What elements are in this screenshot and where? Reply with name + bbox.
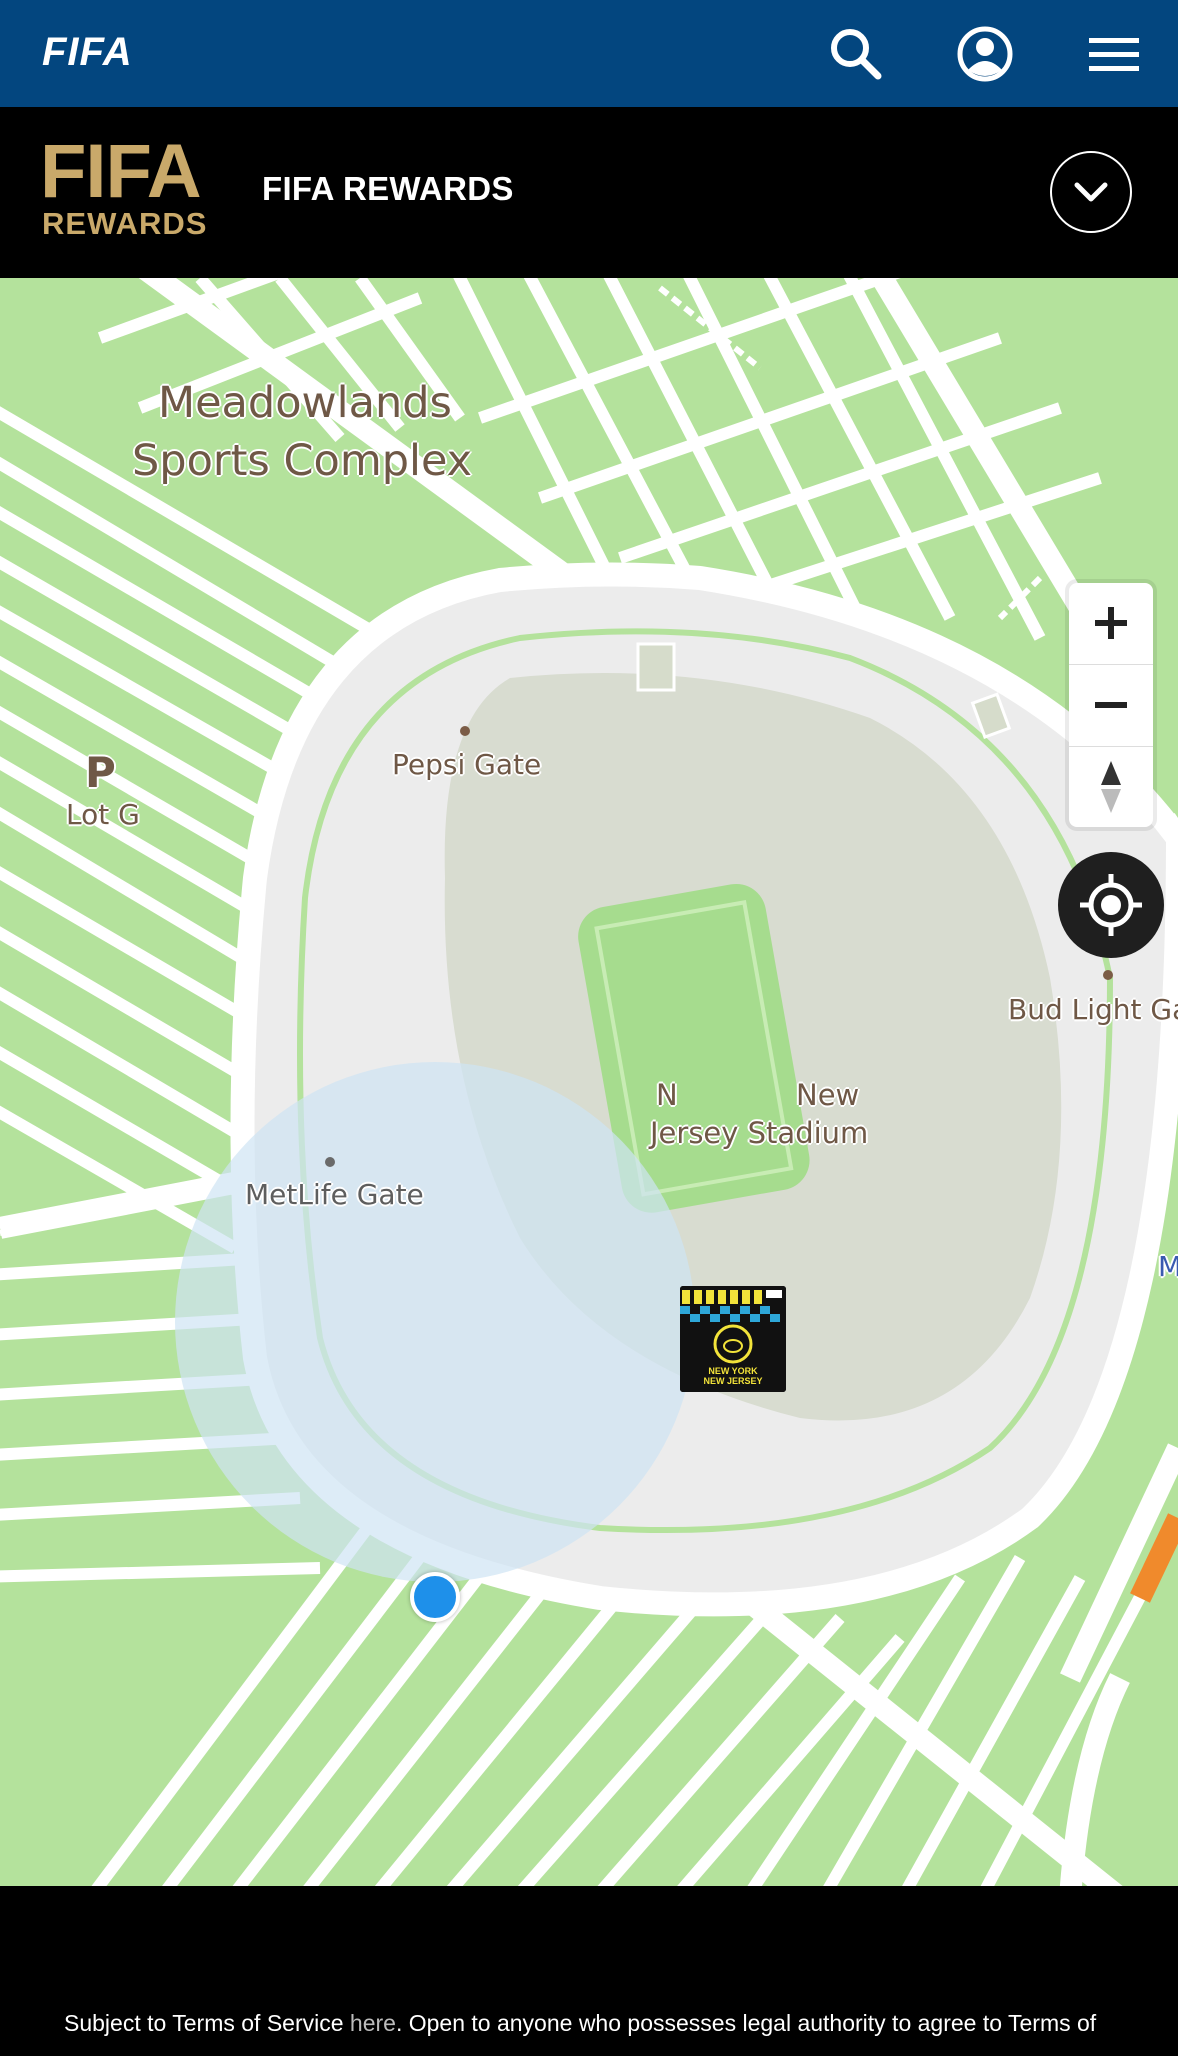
zoom-controls — [1069, 583, 1153, 827]
menu-icon[interactable] — [1084, 24, 1144, 84]
pepsi-gate-label: Pepsi Gate — [392, 748, 542, 781]
map-base-layer — [0, 278, 1178, 1886]
terms-text-before: Subject to Terms of Service — [64, 2010, 350, 2036]
lot-g-label: Lot G — [66, 798, 140, 831]
search-icon[interactable] — [826, 24, 886, 84]
page-title: FIFA REWARDS — [262, 170, 514, 207]
edge-label: M — [1158, 1250, 1178, 1283]
metlife-gate-label: MetLife Gate — [245, 1178, 424, 1211]
map-view[interactable]: Meadowlands Sports Complex P Lot G Pepsi… — [0, 278, 1178, 1886]
fifa-rewards-logo: FIFA REWARDS — [40, 134, 225, 245]
chevron-down-icon — [1074, 182, 1108, 202]
pepsi-gate-marker — [460, 726, 470, 736]
meadowlands-label-line1: Meadowlands — [158, 378, 452, 428]
stadium-label-right: New — [796, 1078, 860, 1112]
top-navigation-bar: FIFA — [0, 0, 1178, 107]
terms-text-after: . Open to anyone who possesses legal aut… — [395, 2010, 1097, 2036]
locate-icon — [1080, 874, 1142, 936]
parking-icon: P — [85, 748, 116, 797]
rewards-logo-line2: REWARDS — [42, 206, 208, 241]
footer: Subject to Terms of Service here. Open t… — [0, 1886, 1178, 2056]
fifa-logo[interactable]: FIFA — [42, 30, 133, 75]
zoom-in-button[interactable] — [1069, 583, 1153, 663]
bud-light-gate-marker — [1103, 970, 1113, 980]
stadium-label-line2: Jersey Stadium — [650, 1116, 869, 1150]
compass-icon — [1101, 761, 1121, 813]
meadowlands-label-line2: Sports Complex — [132, 436, 473, 486]
new-york-new-jersey-badge-icon: NEW YORK NEW JERSEY — [680, 1286, 786, 1392]
terms-link[interactable]: here — [350, 2010, 396, 2036]
stadium-badge-marker[interactable]: NEW YORK NEW JERSEY — [680, 1286, 786, 1392]
locate-me-button[interactable] — [1058, 852, 1164, 958]
user-location-dot — [410, 1572, 460, 1622]
rewards-logo-line1: FIFA — [40, 129, 202, 214]
bud-light-gate-label: Bud Light Ga — [1008, 993, 1178, 1026]
metlife-gate-marker — [325, 1157, 335, 1167]
terms-text: Subject to Terms of Service here. Open t… — [64, 2010, 1096, 2037]
compass-button[interactable] — [1069, 747, 1153, 827]
zoom-out-button[interactable] — [1069, 665, 1153, 745]
badge-line2: NEW JERSEY — [703, 1376, 762, 1386]
badge-line1: NEW YORK — [708, 1366, 758, 1376]
minus-icon — [1095, 702, 1127, 708]
expand-toggle-button[interactable] — [1050, 151, 1132, 233]
account-icon[interactable] — [955, 24, 1015, 84]
stadium-label-left: N — [656, 1078, 678, 1112]
plus-icon — [1095, 607, 1127, 639]
